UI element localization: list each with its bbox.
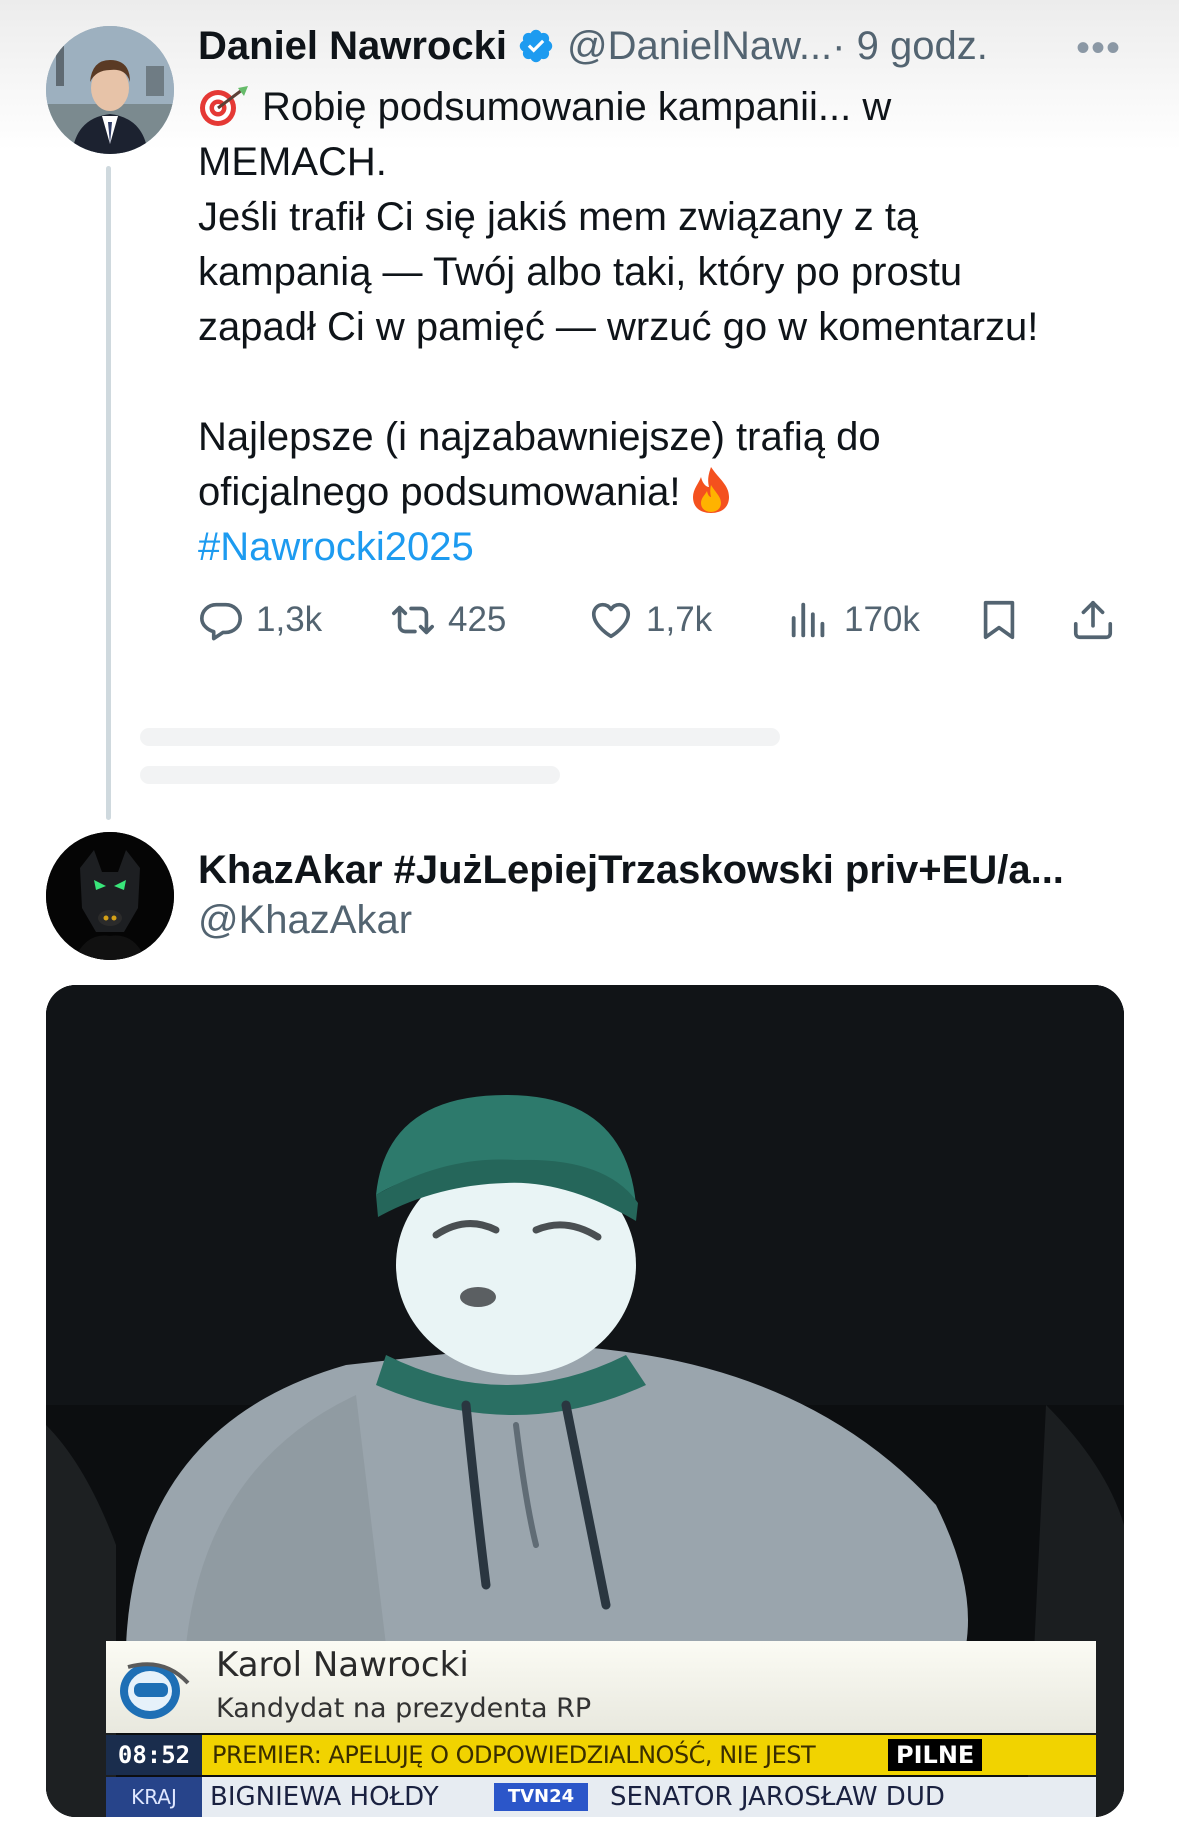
tweet-line-text: Robię podsumowanie kampanii... w <box>262 85 892 129</box>
news-ticker-top: 08:52 PREMIER: APELUJĘ O ODPOWIEDZIALNOŚ… <box>106 1735 1096 1775</box>
tweet-line: Robię podsumowanie kampanii... w <box>198 80 1118 135</box>
lower-third-role: Kandydat na prezydenta RP <box>216 1693 592 1724</box>
like-count: 1,7k <box>646 600 713 639</box>
views-count: 170k <box>844 600 920 639</box>
bookmark-button[interactable] <box>976 592 1034 648</box>
verified-badge-icon[interactable] <box>517 27 555 65</box>
meme-image[interactable]: Karol Nawrocki Kandydat na prezydenta RP… <box>46 985 1124 1817</box>
reply-count: 1,3k <box>256 600 323 639</box>
hashtag-link[interactable]: #Nawrocki2025 <box>198 520 1118 575</box>
repost-icon <box>392 605 434 635</box>
ticker-text-b: SENATOR JAROSŁAW DUD <box>610 1782 945 1812</box>
bookmark-icon <box>983 600 1015 640</box>
more-options-button[interactable]: ••• <box>1076 26 1121 71</box>
reply-author-avatar[interactable] <box>46 832 174 960</box>
share-button[interactable] <box>1070 592 1128 648</box>
reply-icon <box>200 602 242 641</box>
like-icon <box>591 602 631 639</box>
news-ticker-bottom: KRAJ BIGNIEWA HOŁDY TVN24 SENATOR JAROSŁ… <box>106 1777 1096 1817</box>
tweet-line: Jeśli trafił Ci się jakiś mem związany z… <box>198 195 919 239</box>
ticker-headline: PREMIER: APELUJĘ O ODPOWIEDZIALNOŚĆ, NIE… <box>212 1741 816 1769</box>
tweet-time[interactable]: · 9 godz. <box>832 24 988 69</box>
tv-lower-third: Karol Nawrocki Kandydat na prezydenta RP <box>106 1641 1096 1733</box>
faded-reply-placeholder <box>140 728 840 798</box>
tweet-text: Robię podsumowanie kampanii... w MEMACH.… <box>198 80 1118 575</box>
repost-count: 425 <box>448 600 507 639</box>
ticker-category: KRAJ <box>106 1777 202 1817</box>
tvn-logo-icon <box>120 1662 190 1719</box>
tweet-line: kampanią — Twój albo taki, który po pros… <box>198 250 963 294</box>
lower-third-name: Karol Nawrocki <box>216 1645 469 1685</box>
views-button[interactable]: 170k <box>786 592 920 648</box>
tweet-line: Najlepsze (i najzabawniejsze) trafią do <box>198 415 881 459</box>
tweet-actions-bar: 1,3k 425 1,7k 170k <box>198 592 1128 648</box>
author-handle[interactable]: @DanielNaw... <box>567 24 832 69</box>
like-button[interactable]: 1,7k <box>588 592 712 648</box>
fire-emoji-icon <box>692 467 729 513</box>
ticker-text-a: BIGNIEWA HOŁDY <box>210 1782 439 1812</box>
tweet-line: oficjalnego podsumowania! <box>198 465 1118 520</box>
repost-button[interactable]: 425 <box>390 592 506 648</box>
thread-line <box>106 166 111 820</box>
author-avatar[interactable] <box>46 26 174 154</box>
tv-clock: 08:52 <box>106 1735 202 1775</box>
tvn24-badge: TVN24 <box>494 1783 588 1811</box>
tweet-line: zapadł Ci w pamięć — wrzuć go w komentar… <box>198 305 1039 349</box>
reply-button[interactable]: 1,3k <box>198 592 322 648</box>
reply-author-name[interactable]: KhazAkar #JużLepiejTrzaskowski priv+EU/a… <box>198 848 1064 893</box>
share-icon <box>1073 600 1113 640</box>
tweet-header: Daniel Nawrocki @DanielNaw... · 9 godz. <box>198 22 988 70</box>
tweet-line-text: oficjalnego podsumowania! <box>198 470 681 514</box>
views-icon <box>791 602 825 638</box>
tweet-line: MEMACH. <box>198 140 387 184</box>
target-emoji-icon <box>200 86 248 126</box>
author-name[interactable]: Daniel Nawrocki <box>198 24 507 69</box>
breaking-badge: PILNE <box>888 1739 983 1771</box>
reply-author-handle[interactable]: @KhazAkar <box>198 898 412 943</box>
